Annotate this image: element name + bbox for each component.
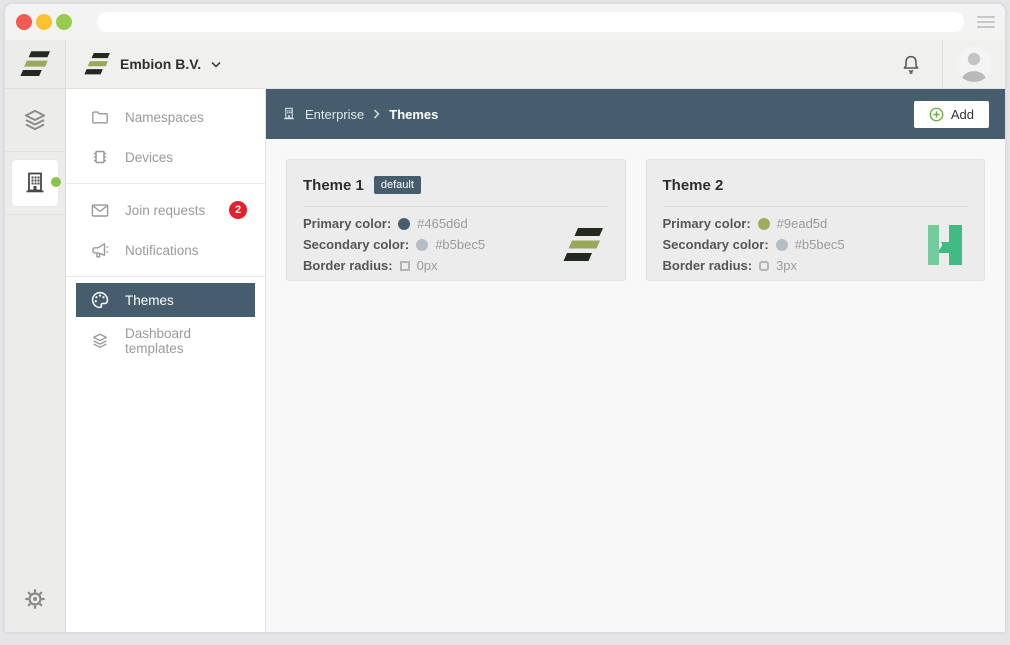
sidebar-item-join-requests[interactable]: Join requests 2 <box>66 190 265 230</box>
border-radius-value: 0px <box>417 259 438 273</box>
mail-icon <box>91 203 109 218</box>
browser-window: Embion B.V. <box>5 4 1005 632</box>
card-divider <box>303 206 609 207</box>
breadcrumb-parent[interactable]: Enterprise <box>305 107 364 122</box>
rail-settings-button[interactable] <box>5 566 65 632</box>
folder-icon <box>91 109 109 125</box>
primary-color-row: Primary color: #9ead5d <box>663 217 845 231</box>
default-badge: default <box>374 176 421 194</box>
embion-theme-logo <box>563 228 603 262</box>
bell-icon <box>901 54 921 75</box>
secondary-color-label: Secondary color: <box>663 238 769 252</box>
secondary-color-row: Secondary color: #b5bec5 <box>303 238 485 252</box>
org-name: Embion B.V. <box>120 56 201 72</box>
sidebar-nav: Namespaces Devices <box>66 89 266 632</box>
secondary-color-swatch <box>416 239 428 251</box>
user-menu-button[interactable] <box>943 40 1005 88</box>
h-theme-logo <box>928 225 962 265</box>
browser-chrome <box>5 4 1005 40</box>
sidebar-item-namespaces[interactable]: Namespaces <box>66 97 265 137</box>
sidebar-item-label: Dashboard templates <box>125 326 247 356</box>
primary-color-value: #465d6d <box>417 217 468 231</box>
org-selector[interactable]: Embion B.V. <box>84 53 221 75</box>
status-green-dot <box>51 177 61 187</box>
border-radius-preview-icon <box>759 261 769 271</box>
sidebar-item-label: Notifications <box>125 243 199 258</box>
sidebar-item-devices[interactable]: Devices <box>66 137 265 177</box>
sidebar-item-label: Devices <box>125 150 173 165</box>
join-requests-count-badge: 2 <box>229 201 247 219</box>
primary-color-swatch <box>398 218 410 230</box>
border-radius-value: 3px <box>776 259 797 273</box>
breadcrumb-bar: Enterprise Themes Add <box>266 89 1005 139</box>
sidebar-divider <box>66 276 265 277</box>
theme-title: Theme 1 <box>303 177 364 194</box>
notifications-bell-button[interactable] <box>880 40 942 88</box>
rail-logo <box>5 40 65 89</box>
window-zoom-button[interactable] <box>56 14 72 30</box>
url-bar[interactable] <box>97 12 964 32</box>
megaphone-icon <box>91 242 109 259</box>
themes-grid: Theme 1 default Primary color: #465d6d <box>266 139 1005 632</box>
person-silhouette-icon <box>956 46 992 82</box>
primary-color-label: Primary color: <box>663 217 751 231</box>
sidebar-item-notifications[interactable]: Notifications <box>66 230 265 270</box>
icon-rail <box>5 40 66 632</box>
sidebar-item-dashboard-templates[interactable]: Dashboard templates <box>66 321 265 361</box>
building-icon <box>22 170 48 196</box>
border-radius-preview-icon <box>400 261 410 271</box>
secondary-color-row: Secondary color: #b5bec5 <box>663 238 845 252</box>
card-divider <box>663 206 969 207</box>
sidebar-item-label: Namespaces <box>125 110 204 125</box>
window-minimize-button[interactable] <box>36 14 52 30</box>
sidebar-item-label: Themes <box>125 293 174 308</box>
theme-card-1[interactable]: Theme 1 default Primary color: #465d6d <box>286 159 626 281</box>
border-radius-row: Border radius: 3px <box>663 259 845 273</box>
primary-color-row: Primary color: #465d6d <box>303 217 485 231</box>
layers-icon <box>22 107 48 133</box>
add-button-label: Add <box>951 107 974 122</box>
border-radius-label: Border radius: <box>303 259 393 273</box>
rail-active-indicator <box>12 160 58 206</box>
primary-color-swatch <box>758 218 770 230</box>
sidebar-item-themes[interactable]: Themes <box>76 283 255 317</box>
primary-color-label: Primary color: <box>303 217 391 231</box>
building-icon <box>282 106 296 122</box>
primary-color-value: #9ead5d <box>777 217 828 231</box>
add-theme-button[interactable]: Add <box>914 101 989 128</box>
layers-icon <box>91 332 109 350</box>
rail-item-namespaces[interactable] <box>5 89 65 152</box>
chip-icon <box>91 148 109 166</box>
theme-card-2[interactable]: Theme 2 Primary color: #9ead5d <box>646 159 986 281</box>
sidebar-item-label: Join requests <box>125 203 205 218</box>
breadcrumb-current: Themes <box>389 107 438 122</box>
main-content: Enterprise Themes Add <box>266 89 1005 632</box>
secondary-color-value: #b5bec5 <box>795 238 845 252</box>
border-radius-row: Border radius: 0px <box>303 259 485 273</box>
sidebar-divider <box>66 183 265 184</box>
window-close-button[interactable] <box>16 14 32 30</box>
app-header: Embion B.V. <box>66 40 1005 89</box>
palette-icon <box>91 291 109 309</box>
secondary-color-value: #b5bec5 <box>435 238 485 252</box>
user-avatar <box>956 46 992 82</box>
secondary-color-label: Secondary color: <box>303 238 409 252</box>
embion-logo-icon <box>20 51 50 77</box>
embion-logo-icon <box>84 53 110 75</box>
theme-title: Theme 2 <box>663 177 724 194</box>
plus-circle-icon <box>929 107 944 122</box>
rail-item-enterprise[interactable] <box>5 152 65 215</box>
border-radius-label: Border radius: <box>663 259 753 273</box>
chevron-down-icon <box>211 61 221 68</box>
secondary-color-swatch <box>776 239 788 251</box>
browser-menu-icon[interactable] <box>977 14 995 30</box>
chevron-right-icon <box>373 109 380 119</box>
gear-icon <box>24 588 46 610</box>
